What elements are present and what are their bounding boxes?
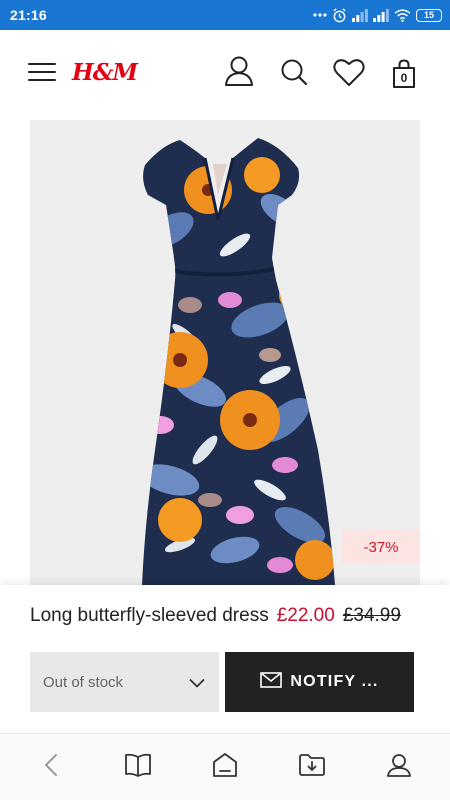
size-select-value: Out of stock [43, 673, 124, 691]
bag-count: 0 [400, 71, 408, 85]
hm-logo[interactable]: H&M [72, 59, 138, 86]
signal-icon [373, 8, 389, 22]
home-button[interactable] [203, 745, 247, 789]
product-panel: Long butterfly-sleeved dress £22.00 £34.… [0, 585, 450, 733]
notify-label: NOTIFY ... [290, 673, 379, 690]
signal-icon [352, 8, 368, 22]
envelope-icon [260, 672, 283, 692]
price-current: £22.00 [276, 605, 335, 626]
back-icon [44, 753, 58, 781]
bookmarks-book-icon [124, 753, 152, 781]
account-button[interactable] [222, 56, 256, 90]
size-select[interactable]: Out of stock [30, 652, 219, 712]
back-button[interactable] [29, 745, 73, 789]
menu-icon [28, 62, 56, 86]
floral-maxi-dress-image [142, 138, 335, 585]
status-bar: 21:16 15 [0, 0, 450, 30]
profile-button[interactable] [377, 745, 421, 789]
downloads-button[interactable] [290, 745, 334, 789]
status-icons: 15 [313, 7, 442, 23]
discount-badge: -37% [342, 530, 420, 564]
menu-button[interactable] [26, 58, 58, 90]
price-old: £34.99 [342, 605, 401, 626]
status-time: 21:16 [10, 7, 47, 23]
alarm-icon [332, 7, 347, 23]
battery-icon: 15 [416, 8, 442, 22]
search-icon [280, 58, 308, 90]
more-dots-icon [313, 12, 327, 18]
product-info: Long butterfly-sleeved dress £22.00 £34.… [30, 605, 401, 627]
wifi-icon [394, 8, 411, 22]
account-icon [224, 55, 254, 91]
shopping-bag-icon: 0 [392, 59, 416, 89]
home-icon [212, 752, 238, 782]
battery-level: 15 [423, 9, 434, 20]
shopping-bag-button[interactable]: 0 [388, 56, 420, 92]
downloads-folder-icon [298, 753, 326, 781]
product-name: Long butterfly-sleeved dress [30, 605, 269, 626]
browser-bottom-nav [0, 733, 450, 800]
favorites-button[interactable] [331, 57, 367, 91]
bookmarks-button[interactable] [116, 745, 160, 789]
site-header: H&M 0 [0, 30, 450, 120]
favorites-heart-icon [333, 58, 365, 91]
chevron-down-icon [189, 673, 205, 692]
discount-text: -37% [363, 538, 399, 556]
profile-icon [386, 752, 412, 782]
product-image[interactable]: -37% [30, 120, 420, 585]
search-button[interactable] [277, 57, 311, 91]
notify-button[interactable]: NOTIFY ... [225, 652, 414, 712]
